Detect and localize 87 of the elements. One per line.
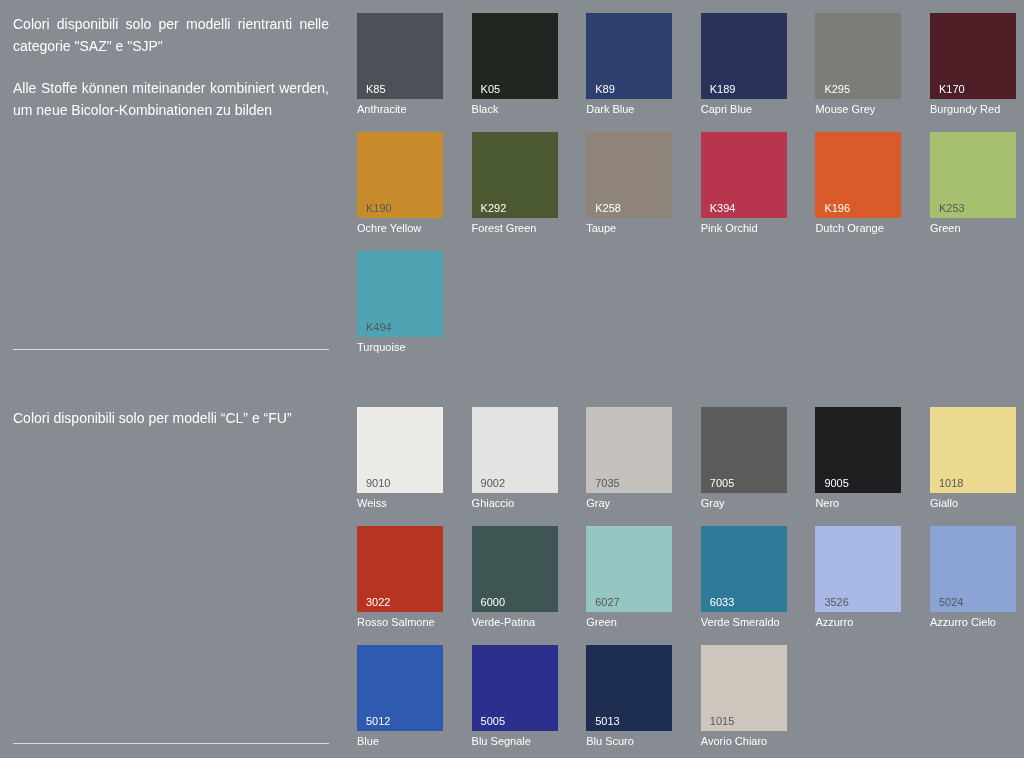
- color-swatch[interactable]: K85: [357, 13, 443, 99]
- swatch-label: Dutch Orange: [815, 221, 885, 236]
- swatch-label: Verde-Patina: [471, 615, 537, 630]
- swatch-code: K494: [366, 320, 392, 334]
- swatch-code: K196: [824, 201, 851, 215]
- swatch-code: 1015: [709, 714, 735, 728]
- swatch-code: 9002: [480, 476, 506, 490]
- color-swatch[interactable]: 6033: [700, 526, 787, 612]
- swatch-label: Ghiaccio: [471, 496, 516, 511]
- color-swatch[interactable]: 9010: [357, 407, 443, 493]
- swatch-code: 5012: [366, 714, 391, 728]
- swatch-label: Azzurro: [815, 615, 855, 630]
- swatch-code: K253: [938, 201, 965, 215]
- swatch-label: Black: [471, 102, 500, 117]
- swatch-code: K258: [595, 201, 621, 215]
- description-text: Alle Stoffe können miteinander kombiniert werden, um neue Bicolor-Kombinationen zu bilden: [13, 79, 329, 120]
- swatch-label: Pink Orchid: [700, 221, 759, 236]
- swatch-label: Nero: [815, 496, 841, 511]
- swatch-label: Green: [929, 221, 962, 236]
- swatch-label: Anthracite: [357, 102, 408, 117]
- color-swatch[interactable]: K253: [929, 132, 1016, 218]
- color-swatch[interactable]: K295: [815, 13, 902, 99]
- swatch-label: Mouse Grey: [815, 102, 877, 117]
- swatch-code: 6033: [709, 595, 735, 609]
- swatch-code: 3526: [824, 595, 849, 609]
- swatch-code: 5013: [595, 714, 620, 728]
- swatch-code: 9010: [366, 476, 391, 490]
- color-swatch[interactable]: 1015: [700, 645, 787, 731]
- swatch-code: 7005: [709, 476, 735, 490]
- swatch-label: Rosso Salmone: [357, 615, 436, 630]
- swatch-code: K190: [366, 201, 392, 215]
- description-text: Colori disponibili solo per modelli rientranti nelle categorie "SAZ" e "SJP": [13, 15, 329, 56]
- color-swatch[interactable]: K05: [471, 13, 558, 99]
- description-text: Colori disponibili solo per modelli “CL” e “FU”: [13, 409, 293, 428]
- color-swatch[interactable]: K196: [815, 132, 902, 218]
- swatch-code: K85: [366, 82, 386, 96]
- color-swatch[interactable]: 7035: [586, 407, 673, 493]
- swatch-label: Ochre Yellow: [357, 221, 423, 236]
- swatch-code: 6027: [595, 595, 620, 609]
- color-swatch[interactable]: 6027: [586, 526, 673, 612]
- color-swatch[interactable]: K258: [586, 132, 673, 218]
- swatch-code: 7035: [595, 476, 620, 490]
- swatch-label: Blu Segnale: [471, 734, 532, 749]
- swatch-label: Dark Blue: [586, 102, 636, 117]
- swatch-label: Gray: [700, 496, 726, 511]
- color-swatch[interactable]: 3022: [357, 526, 443, 612]
- swatch-label: Giallo: [929, 496, 960, 511]
- swatch-code: K394: [709, 201, 736, 215]
- swatch-code: 5005: [480, 714, 506, 728]
- swatch-code: K295: [824, 82, 851, 96]
- swatch-label: Weiss: [357, 496, 388, 511]
- swatch-code: K89: [595, 82, 615, 96]
- swatch-label: Turquoise: [357, 340, 407, 355]
- swatch-label: Azzurro Cielo: [929, 615, 997, 630]
- color-swatch[interactable]: 9005: [815, 407, 902, 493]
- color-swatch[interactable]: K292: [471, 132, 558, 218]
- swatch-code: K05: [480, 82, 501, 96]
- swatch-code: 6000: [480, 595, 506, 609]
- color-swatch[interactable]: K189: [700, 13, 787, 99]
- swatch-label: Avorio Chiaro: [700, 734, 769, 749]
- color-swatch[interactable]: 6000: [471, 526, 558, 612]
- swatch-code: K170: [938, 82, 965, 96]
- swatch-label: Blu Scuro: [586, 734, 635, 749]
- swatch-code: K189: [709, 82, 736, 96]
- swatch-label: Gray: [586, 496, 612, 511]
- color-swatch[interactable]: K170: [929, 13, 1016, 99]
- color-swatch[interactable]: 5013: [586, 645, 673, 731]
- swatch-code: 5024: [938, 595, 964, 609]
- swatch-label: Forest Green: [471, 221, 538, 236]
- swatch-code: K292: [480, 201, 507, 215]
- color-swatch[interactable]: 5005: [471, 645, 558, 731]
- color-swatch[interactable]: K394: [700, 132, 787, 218]
- color-swatch[interactable]: 1018: [929, 407, 1016, 493]
- color-swatch[interactable]: 9002: [471, 407, 558, 493]
- color-swatch[interactable]: 5012: [357, 645, 443, 731]
- swatch-label: Capri Blue: [700, 102, 754, 117]
- swatch-label: Blue: [357, 734, 381, 749]
- swatch-code: 9005: [824, 476, 849, 490]
- swatch-code: 1018: [938, 476, 964, 490]
- swatch-label: Green: [586, 615, 618, 630]
- swatch-code: 3022: [366, 595, 391, 609]
- swatch-label: Burgundy Red: [929, 102, 1002, 117]
- swatch-label: Taupe: [586, 221, 618, 236]
- color-swatch[interactable]: 7005: [700, 407, 787, 493]
- color-swatch[interactable]: K89: [586, 13, 673, 99]
- swatch-label: Verde Smeraldo: [700, 615, 781, 630]
- color-swatch[interactable]: 3526: [815, 526, 902, 612]
